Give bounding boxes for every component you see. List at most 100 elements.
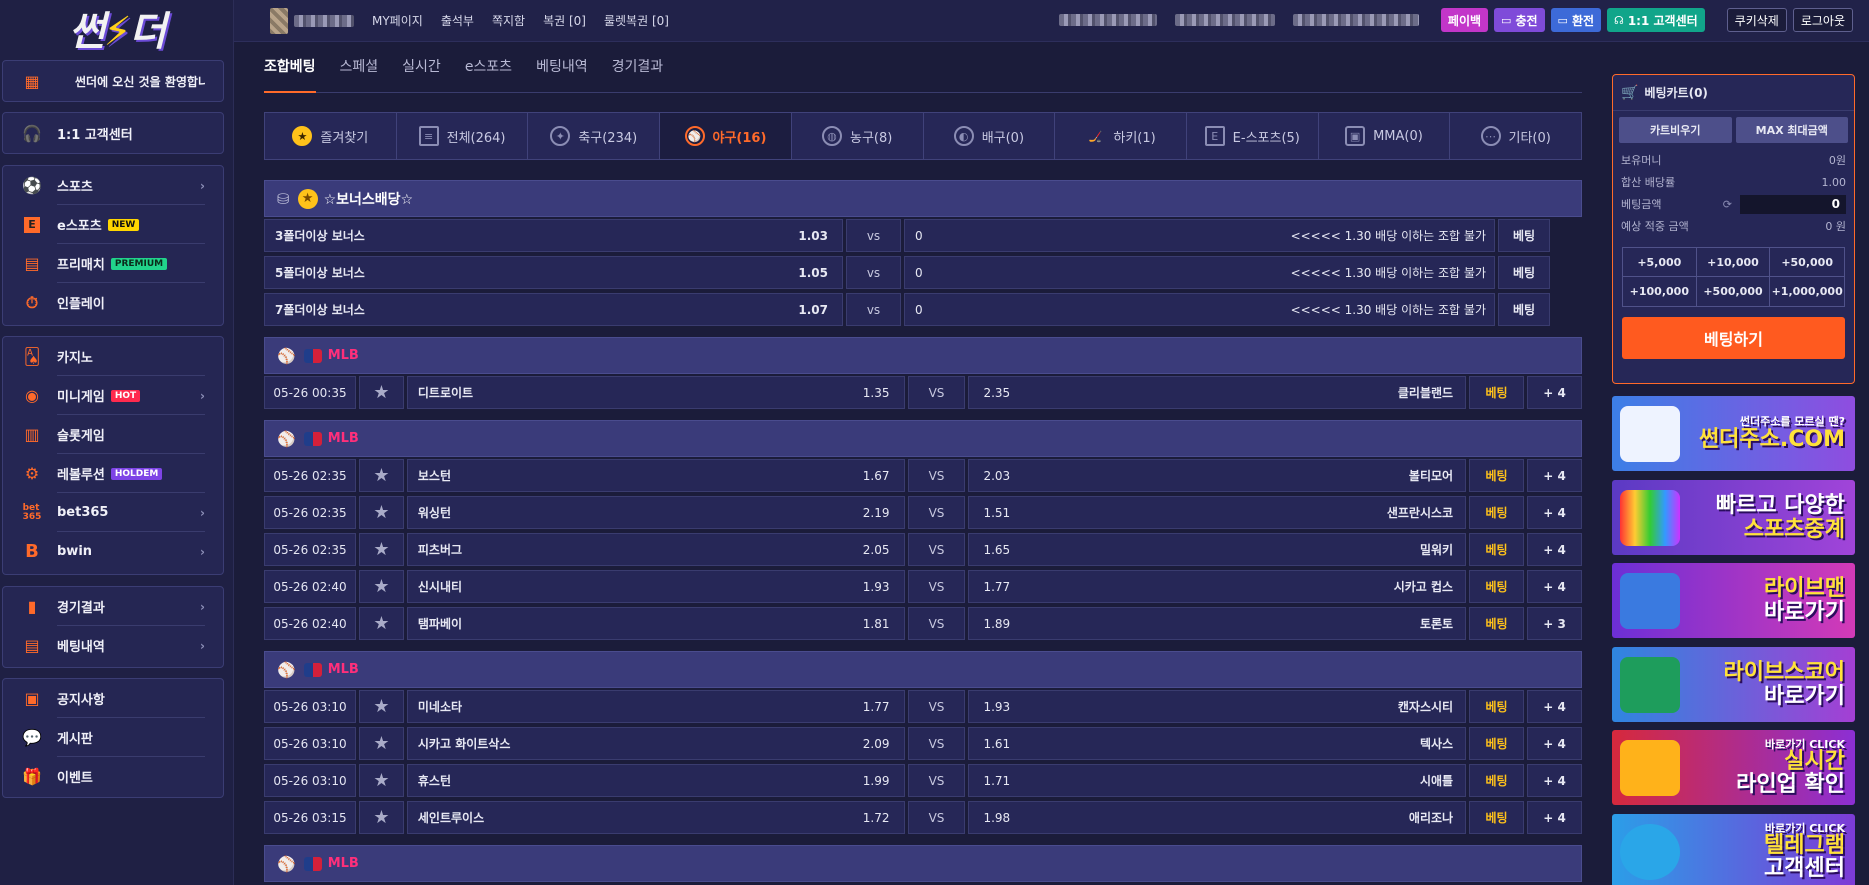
sidebar-item-bethistory[interactable]: ▤ 베팅내역 › xyxy=(3,626,223,665)
away-odds-button[interactable]: 2.35 클리블랜드 xyxy=(968,376,1467,409)
sport-esports[interactable]: E E-스포츠(5) xyxy=(1187,113,1319,159)
sidebar-item-sports[interactable]: ⚽ 스포츠 › xyxy=(3,166,223,205)
favorite-star-icon[interactable]: ★ xyxy=(358,690,404,723)
quick-amount-button[interactable]: +10,000 xyxy=(1696,248,1771,277)
sidebar-item-esports[interactable]: E e스포츠 NEW xyxy=(3,205,223,244)
sport-volleyball[interactable]: ◐ 배구(0) xyxy=(924,113,1056,159)
away-odds-button[interactable]: 1.98 애리조나 xyxy=(968,801,1467,834)
max-amount-button[interactable]: MAX 최대금액 xyxy=(1735,117,1848,143)
refresh-icon[interactable]: ⟳ xyxy=(1723,198,1732,211)
home-odds-button[interactable]: 휴스턴 1.99 xyxy=(406,764,905,797)
banner-livescore[interactable]: 라이브스코어 바로가기 xyxy=(1612,647,1855,722)
nav-roulette[interactable]: 룰렛복권 [0] xyxy=(604,12,669,29)
quick-amount-button[interactable]: +100,000 xyxy=(1623,277,1697,306)
sport-all[interactable]: ≡ 전체(264) xyxy=(397,113,529,159)
sidebar-item-prematch[interactable]: ▤ 프리매치 PREMIUM xyxy=(3,244,223,283)
bet-button[interactable]: 베팅 xyxy=(1469,690,1525,723)
more-markets-button[interactable]: + 4 xyxy=(1527,727,1582,760)
favorite-star-icon[interactable]: ★ xyxy=(358,533,404,566)
away-odds-button[interactable]: 1.89 토론토 xyxy=(968,607,1467,640)
sidebar-item-results[interactable]: ▮ 경기결과 › xyxy=(3,587,223,626)
more-markets-button[interactable]: + 4 xyxy=(1527,496,1582,529)
bet-button[interactable]: 베팅 xyxy=(1469,570,1525,603)
sidebar-item-bwin[interactable]: B bwin › xyxy=(3,532,223,571)
clear-cart-button[interactable]: 카트비우기 xyxy=(1619,117,1732,143)
sidebar-item-slot[interactable]: ▥ 슬롯게임 xyxy=(3,415,223,454)
sport-baseball[interactable]: ⚾ 야구(16) xyxy=(660,113,792,159)
home-odds-button[interactable]: 신시내티 1.93 xyxy=(406,570,905,603)
tab-live[interactable]: 실시간 xyxy=(402,56,441,93)
cookie-clear-button[interactable]: 쿠키삭제 xyxy=(1726,8,1787,32)
bet-button[interactable]: 베팅 xyxy=(1469,376,1525,409)
bet-button[interactable]: 베팅 xyxy=(1469,533,1525,566)
sport-etc[interactable]: ⋯ 기타(0) xyxy=(1450,113,1581,159)
favorite-star-icon[interactable]: ★ xyxy=(358,801,404,834)
sidebar-item-casino[interactable]: 🂡 카지노 xyxy=(3,337,223,376)
bet-button[interactable]: 베팅 xyxy=(1469,764,1525,797)
quick-amount-button[interactable]: +1,000,000 xyxy=(1770,277,1844,306)
exchange-button[interactable]: ▭ 환전 xyxy=(1550,8,1602,32)
sidebar-item-board[interactable]: 💬 게시판 xyxy=(3,718,223,757)
more-markets-button[interactable]: + 4 xyxy=(1527,459,1582,492)
home-odds-button[interactable]: 보스턴 1.67 xyxy=(406,459,905,492)
bet-button[interactable]: 베팅 xyxy=(1469,727,1525,760)
bet-button[interactable]: 베팅 xyxy=(1469,607,1525,640)
banner-lineup[interactable]: 바로가기 CLICK 실시간 라인업 확인 xyxy=(1612,730,1855,805)
away-odds-button[interactable]: 1.51 샌프란시스코 xyxy=(968,496,1467,529)
sport-hockey[interactable]: 🏒 하키(1) xyxy=(1055,113,1187,159)
quick-amount-button[interactable]: +500,000 xyxy=(1697,277,1771,306)
quick-amount-button[interactable]: +5,000 xyxy=(1623,248,1697,277)
bonus-bet-button[interactable]: 베팅 xyxy=(1498,256,1550,289)
banner-liveman[interactable]: 라이브맨 바로가기 xyxy=(1612,563,1855,638)
favorite-star-icon[interactable]: ★ xyxy=(358,376,404,409)
home-odds-button[interactable]: 탬파베이 1.81 xyxy=(406,607,905,640)
sport-soccer[interactable]: ✦ 축구(234) xyxy=(528,113,661,159)
home-odds-button[interactable]: 피츠버그 2.05 xyxy=(406,533,905,566)
favorite-star-icon[interactable]: ★ xyxy=(358,607,404,640)
more-markets-button[interactable]: + 3 xyxy=(1527,607,1582,640)
tab-results[interactable]: 경기결과 xyxy=(612,56,664,93)
sidebar-item-event[interactable]: 🎁 이벤트 xyxy=(3,757,223,796)
quick-amount-button[interactable]: +50,000 xyxy=(1770,248,1844,277)
more-markets-button[interactable]: + 4 xyxy=(1527,376,1582,409)
away-odds-button[interactable]: 1.61 텍사스 xyxy=(968,727,1467,760)
nav-messages[interactable]: 쪽지함 xyxy=(492,12,525,29)
tab-esports[interactable]: e스포츠 xyxy=(465,56,512,93)
favorite-star-icon[interactable]: ★ xyxy=(358,764,404,797)
site-logo[interactable]: 썬⚡더 xyxy=(0,0,233,56)
tab-special[interactable]: 스페셜 xyxy=(340,56,379,93)
more-markets-button[interactable]: + 4 xyxy=(1527,801,1582,834)
away-odds-button[interactable]: 1.77 시카고 컵스 xyxy=(968,570,1467,603)
more-markets-button[interactable]: + 4 xyxy=(1527,764,1582,797)
away-odds-button[interactable]: 1.93 캔자스시티 xyxy=(968,690,1467,723)
favorite-star-icon[interactable]: ★ xyxy=(358,727,404,760)
logout-button[interactable]: 로그아웃 xyxy=(1792,8,1853,32)
favorite-star-icon[interactable]: ★ xyxy=(358,570,404,603)
sidebar-item-inplay[interactable]: ⏱ 인플레이 xyxy=(3,283,223,322)
tab-combo[interactable]: 조합베팅 xyxy=(264,56,316,93)
bet-button[interactable]: 베팅 xyxy=(1469,459,1525,492)
sidebar-item-bet365[interactable]: bet 365 bet365 › xyxy=(3,493,223,532)
home-odds-button[interactable]: 미네소타 1.77 xyxy=(406,690,905,723)
sport-basketball[interactable]: ◍ 농구(8) xyxy=(792,113,924,159)
charge-button[interactable]: ▭ 충전 xyxy=(1494,8,1545,32)
away-odds-button[interactable]: 2.03 볼티모어 xyxy=(968,459,1467,492)
away-odds-button[interactable]: 1.71 시애틀 xyxy=(968,764,1467,797)
sport-mma[interactable]: ▣ MMA(0) xyxy=(1319,113,1451,159)
bonus-bet-button[interactable]: 베팅 xyxy=(1498,293,1550,326)
home-odds-button[interactable]: 워싱턴 2.19 xyxy=(406,496,905,529)
favorite-star-icon[interactable]: ★ xyxy=(358,496,404,529)
nav-attendance[interactable]: 출석부 xyxy=(441,12,474,29)
sport-favorites[interactable]: ★ 즐겨찾기 xyxy=(265,113,397,159)
sidebar-item-minigame[interactable]: ◉ 미니게임 HOT › xyxy=(3,376,223,415)
tab-bet-history[interactable]: 베팅내역 xyxy=(536,56,588,93)
bet-amount-input[interactable]: 0 xyxy=(1740,194,1846,214)
payback-button[interactable]: 페이백 xyxy=(1440,8,1489,32)
home-odds-button[interactable]: 디트로이트 1.35 xyxy=(406,376,905,409)
away-odds-button[interactable]: 1.65 밀워키 xyxy=(968,533,1467,566)
nav-lottery[interactable]: 복권 [0] xyxy=(543,12,586,29)
banner-telegram[interactable]: 바로가기 CLICK 텔레그램 고객센터 xyxy=(1612,814,1855,885)
home-odds-button[interactable]: 세인트루이스 1.72 xyxy=(406,801,905,834)
banner-address[interactable]: 썬더주소를 모르실 땐? 썬더주소.COM xyxy=(1612,396,1855,471)
bet-button[interactable]: 베팅 xyxy=(1469,496,1525,529)
